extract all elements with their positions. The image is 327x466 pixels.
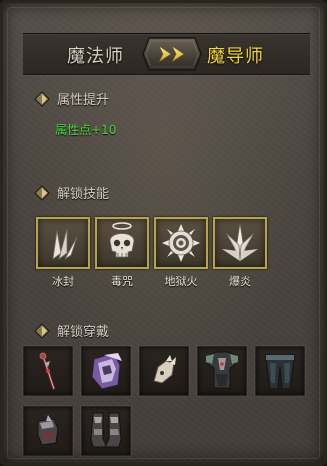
skills-section-label: 解锁技能 bbox=[57, 187, 110, 202]
skill-slot-hellfire[interactable]: 地狱火 bbox=[154, 217, 208, 289]
class-transition-header: 魔法师 魔导师 bbox=[23, 33, 310, 75]
dark-leggings-icon bbox=[265, 354, 295, 390]
diamond-bullet-icon bbox=[34, 184, 50, 201]
skill-name: 毒咒 bbox=[111, 275, 133, 288]
boots-icon bbox=[90, 412, 122, 448]
target-class-label: 魔导师 bbox=[207, 46, 264, 67]
skill-slot-explosion[interactable]: 爆炎 bbox=[213, 217, 267, 289]
gear-slot-staff[interactable] bbox=[23, 346, 73, 396]
purple-helmet-icon bbox=[91, 352, 122, 390]
skill-frame[interactable] bbox=[36, 217, 90, 269]
attribute-section-title: 属性提升 bbox=[33, 89, 109, 108]
gear-slot-boots[interactable] bbox=[81, 406, 131, 456]
poison-skull-icon bbox=[109, 222, 135, 258]
skill-frame[interactable] bbox=[213, 217, 267, 269]
staff-icon bbox=[39, 352, 56, 390]
diamond-bullet-icon bbox=[34, 90, 50, 107]
skill-frame[interactable] bbox=[154, 217, 208, 269]
double-arrow-icon bbox=[142, 37, 202, 71]
diamond-bullet-icon bbox=[34, 322, 50, 339]
skill-frame[interactable] bbox=[95, 217, 149, 269]
skill-slot-ice[interactable]: 冰封 bbox=[36, 217, 90, 289]
dark-armor-icon bbox=[206, 351, 238, 389]
attribute-bonus-value: 属性点+10 bbox=[55, 123, 117, 137]
gear-section-title: 解锁穿戴 bbox=[33, 321, 109, 340]
skill-name: 爆炎 bbox=[229, 275, 251, 288]
gear-slot-gauntlet[interactable] bbox=[139, 346, 189, 396]
explosion-spike-icon bbox=[222, 222, 258, 262]
gear-slot-helmet[interactable] bbox=[81, 346, 131, 396]
bone-gauntlet-icon bbox=[153, 355, 176, 384]
class-advance-panel: 魔法师 魔导师 属性提升 属性点+10 解锁技能 冰封 毒咒 地狱火 爆炎 解锁… bbox=[0, 0, 327, 466]
skill-name: 冰封 bbox=[52, 275, 74, 288]
gear-slot-armor[interactable] bbox=[197, 346, 247, 396]
gear-slot-leggings[interactable] bbox=[255, 346, 305, 396]
ice-shard-icon bbox=[52, 228, 78, 261]
hellfire-ring-icon bbox=[162, 224, 200, 262]
attribute-section-label: 属性提升 bbox=[57, 93, 110, 108]
gear-slot-bracer[interactable] bbox=[23, 406, 73, 456]
skill-slot-poison[interactable]: 毒咒 bbox=[95, 217, 149, 289]
skill-name: 地狱火 bbox=[164, 275, 198, 288]
gear-section-label: 解锁穿戴 bbox=[57, 325, 110, 340]
bracer-icon bbox=[37, 415, 59, 446]
skills-section-title: 解锁技能 bbox=[33, 183, 109, 202]
